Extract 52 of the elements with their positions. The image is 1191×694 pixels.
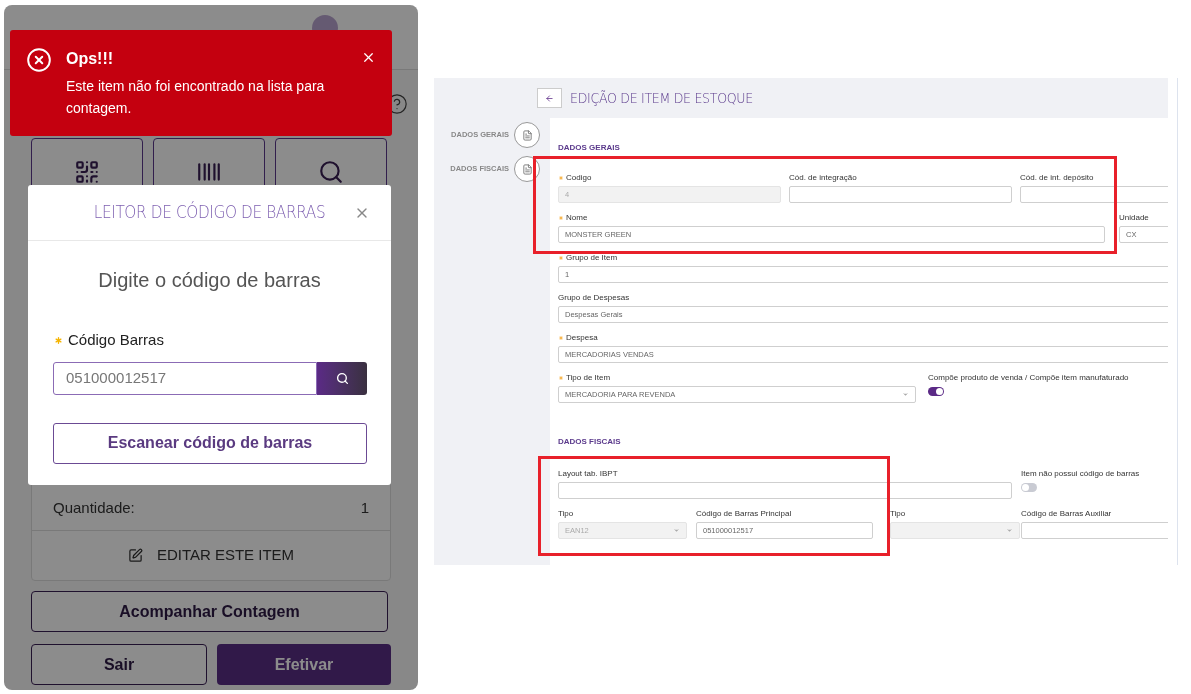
qr-code-icon [74, 159, 100, 185]
field-label: Tipo [558, 509, 574, 519]
field-label: Codigo [566, 173, 592, 183]
field-label: Cód. de integração [789, 173, 857, 183]
input-field[interactable] [558, 482, 1012, 499]
document-icon [521, 163, 533, 175]
search-icon [318, 159, 344, 185]
quantity-value: 1 [360, 497, 369, 518]
footer-button[interactable]: Efetivar [217, 644, 391, 685]
section-title: DADOS FISCAIS [558, 437, 622, 447]
search-button[interactable] [317, 361, 367, 395]
field-label: Cód. de int. depósito [1020, 173, 1094, 183]
field-label: Código de Barras Auxiliar [1021, 509, 1112, 519]
field-label: Grupo de Despesas [558, 293, 630, 303]
document-icon [521, 129, 533, 141]
section-title: DADOS GERAIS [558, 143, 621, 153]
barcode-input[interactable]: 051000012517 [53, 361, 317, 395]
field-label: Nome [566, 213, 588, 223]
back-button[interactable] [537, 88, 562, 108]
back-icon [545, 93, 554, 103]
field-label: Unidade [1119, 213, 1149, 223]
search-icon [335, 371, 349, 385]
field-label: Tipo [890, 509, 906, 519]
field-label: Grupo de Item [566, 253, 618, 263]
caret-icon [902, 391, 909, 398]
follow-count-button[interactable]: Acompanhar Contagem [31, 591, 388, 632]
toggle-switch[interactable] [1021, 483, 1037, 492]
caret-icon [1006, 527, 1013, 534]
field-label: Tipo de Item [566, 373, 611, 383]
quantity-label: Quantidade: [53, 497, 135, 518]
edit-icon [127, 548, 143, 563]
page-title: EDIÇÃO DE ITEM DE ESTOQUE [570, 88, 753, 108]
dialog-heading: Digite o código de barras [98, 268, 321, 293]
close-icon [361, 50, 376, 65]
edit-item-button[interactable]: EDITAR ESTE ITEM [32, 531, 390, 580]
scan-barcode-button[interactable]: Escanear código de barras [53, 422, 367, 464]
error-icon [26, 47, 52, 73]
toast-title: Ops!!! [66, 49, 115, 69]
toast-message: Este item não foi encontrado na lista para contagem. [66, 77, 326, 118]
input-field[interactable] [1021, 522, 1168, 539]
field-label: Código Barras [68, 330, 164, 350]
field-label: Item não possui código de barras [1021, 469, 1140, 479]
field-label: Despesa [566, 333, 598, 343]
caret-icon [673, 527, 680, 534]
input-field[interactable] [789, 186, 1012, 203]
field-label: Código de Barras Principal [696, 509, 792, 519]
dialog-title: LEITOR DE CÓDIGO DE BARRAS [93, 200, 326, 224]
field-label: Compõe produto de venda / Compõe item manufaturado [928, 373, 1129, 383]
toggle-switch[interactable] [928, 387, 944, 396]
footer-button[interactable]: Sair [31, 644, 207, 685]
close-button[interactable] [361, 50, 376, 65]
field-label: Layout tab. IBPT [558, 469, 618, 479]
